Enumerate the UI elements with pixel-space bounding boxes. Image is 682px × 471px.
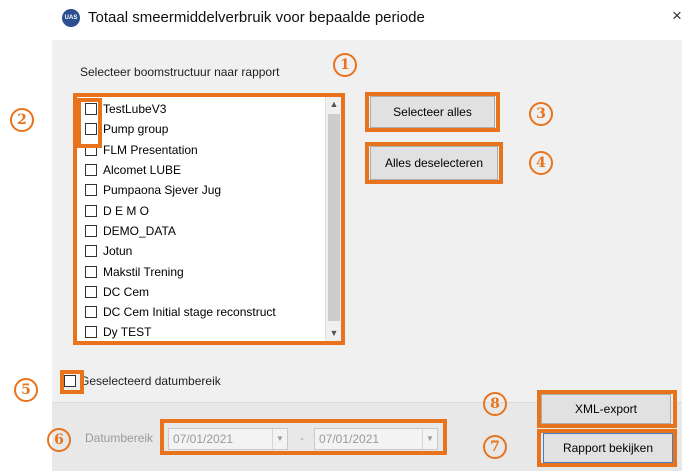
annotation-badge-7: 7 xyxy=(483,435,507,459)
annotation-badge-6: 6 xyxy=(47,428,71,452)
date-range-checkbox-row[interactable]: Geselecteerd datumbereik xyxy=(64,374,221,388)
close-icon[interactable]: × xyxy=(672,6,682,26)
highlight-date-checkbox xyxy=(60,370,84,394)
app-logo-icon: UAS xyxy=(62,9,80,27)
highlight-tree-list xyxy=(73,93,345,345)
annotation-badge-4: 4 xyxy=(529,151,553,175)
annotation-badge-2: 2 xyxy=(10,108,34,132)
highlight-deselect-all xyxy=(365,142,503,184)
title-bar: UAS Totaal smeermiddelverbruik voor bepa… xyxy=(0,0,682,40)
date-range-checkbox-label: Geselecteerd datumbereik xyxy=(80,374,221,388)
highlight-date-range xyxy=(160,419,447,455)
window-title: Totaal smeermiddelverbruik voor bepaalde… xyxy=(88,9,425,26)
annotation-badge-8: 8 xyxy=(483,392,507,416)
annotation-badge-1: 1 xyxy=(333,53,357,77)
highlight-checkboxes xyxy=(77,98,102,148)
highlight-xml-export xyxy=(537,390,677,428)
tree-label: Selecteer boomstructuur naar rapport xyxy=(80,65,280,79)
highlight-select-all xyxy=(365,92,500,132)
highlight-view-report xyxy=(537,429,677,467)
annotation-badge-5: 5 xyxy=(14,378,38,402)
annotation-badge-3: 3 xyxy=(529,102,553,126)
date-range-label: Datumbereik xyxy=(85,431,154,445)
